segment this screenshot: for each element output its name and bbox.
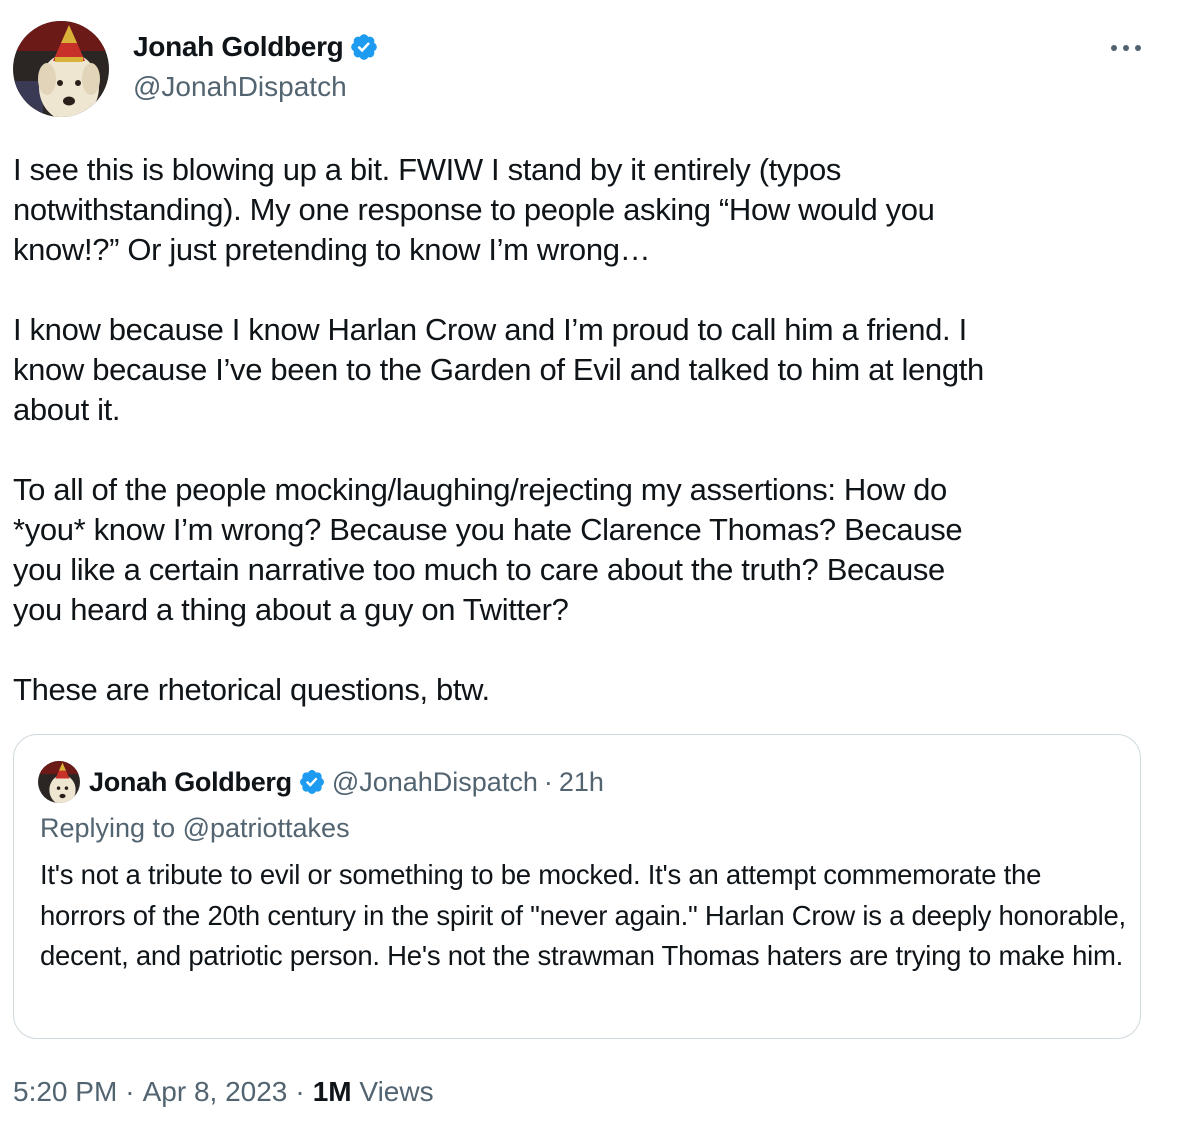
author-handle[interactable]: @JonahDispatch xyxy=(133,70,347,104)
views-label: Views xyxy=(359,1076,434,1107)
verified-badge-icon xyxy=(298,768,326,796)
tweet-paragraph: To all of the people mocking/laughing/re… xyxy=(13,472,963,627)
quoted-author-avatar[interactable] xyxy=(38,761,80,803)
replying-to-label: Replying to @patriottakes xyxy=(40,813,350,843)
quoted-author-name[interactable]: Jonah Goldberg xyxy=(89,767,292,798)
author-name-text: Jonah Goldberg xyxy=(133,31,344,62)
author-avatar[interactable] xyxy=(13,21,109,117)
quoted-tweet-text: It's not a tribute to evil or something … xyxy=(40,859,1126,971)
meta-separator: · xyxy=(543,766,553,797)
footer-separator: · xyxy=(295,1076,305,1107)
tweet-text: I see this is blowing up a bit. FWIW I s… xyxy=(13,150,1163,710)
footer-separator: · xyxy=(125,1076,135,1107)
more-options-button[interactable] xyxy=(1104,30,1148,66)
tweet-time[interactable]: 5:20 PM xyxy=(13,1076,117,1107)
tweet-paragraph: I see this is blowing up a bit. FWIW I s… xyxy=(13,152,935,267)
views-count[interactable]: 1M xyxy=(313,1076,352,1107)
quoted-tweet-header: Jonah Goldberg @JonahDispatch · 21h xyxy=(38,761,604,803)
tweet-date[interactable]: Apr 8, 2023 xyxy=(143,1076,288,1107)
verified-badge-icon[interactable] xyxy=(349,32,379,62)
author-name[interactable]: Jonah Goldberg xyxy=(133,30,379,64)
quoted-tweet-time[interactable]: 21h xyxy=(559,767,604,798)
quoted-author-handle[interactable]: @JonahDispatch xyxy=(332,767,538,798)
tweet-paragraph: These are rhetorical questions, btw. xyxy=(13,672,490,707)
more-options-icon xyxy=(1111,45,1141,51)
tweet-footer: 5:20 PM · Apr 8, 2023 · 1M Views xyxy=(13,1074,434,1110)
quoted-tweet-card[interactable]: Jonah Goldberg @JonahDispatch · 21h Repl… xyxy=(13,734,1141,1039)
tweet-paragraph: I know because I know Harlan Crow and I’… xyxy=(13,312,984,427)
